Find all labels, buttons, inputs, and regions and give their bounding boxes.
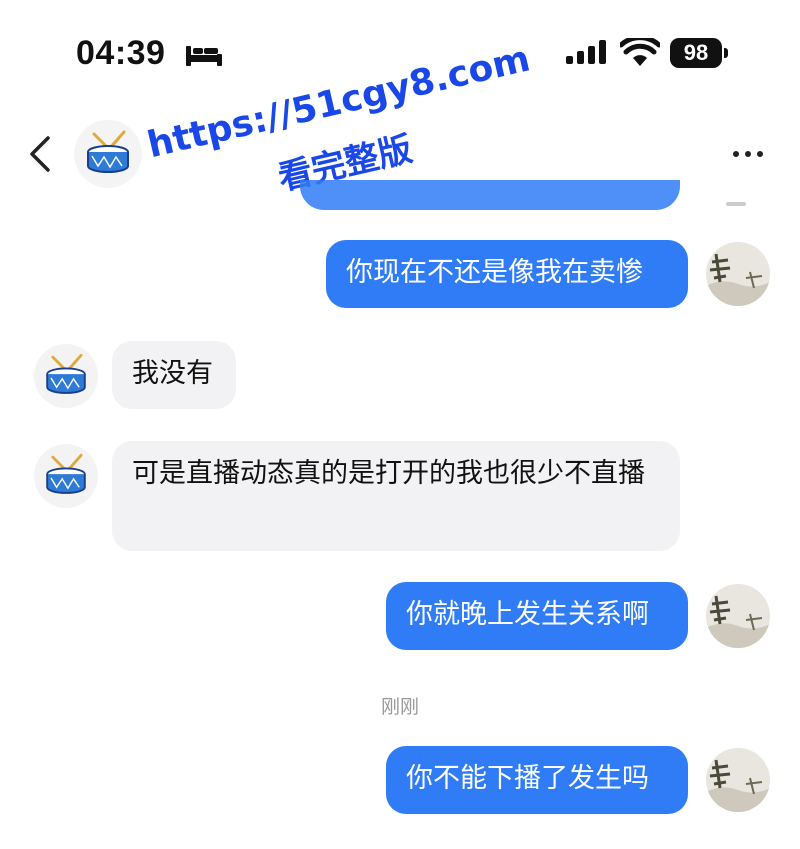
self-avatar[interactable] bbox=[706, 242, 770, 306]
battery-tip bbox=[724, 48, 728, 58]
status-bar: 04:39 98 bbox=[0, 0, 800, 100]
more-dots-icon[interactable] bbox=[728, 142, 768, 166]
message-sent[interactable]: 你就晚上发生关系啊 bbox=[386, 582, 688, 650]
drum-avatar-icon bbox=[46, 353, 86, 394]
contact-avatar-small[interactable] bbox=[34, 444, 98, 508]
drum-avatar-icon bbox=[87, 130, 129, 173]
message-received[interactable]: 可是直播动态真的是打开的我也很少不直播 bbox=[112, 441, 680, 551]
back-chevron-icon[interactable] bbox=[26, 134, 56, 174]
contact-avatar-small[interactable] bbox=[34, 344, 98, 408]
message-sent[interactable]: 你不能下播了发生吗 bbox=[386, 746, 688, 814]
landscape-avatar-icon bbox=[706, 242, 770, 306]
message-text: 可是直播动态真的是打开的我也很少不直播 bbox=[132, 458, 645, 489]
message-timestamp: 刚刚 bbox=[380, 696, 419, 718]
battery-icon: 98 bbox=[670, 38, 728, 68]
message-text: 你不能下播了发生吗 bbox=[406, 763, 649, 794]
partial-avatar-edge bbox=[726, 202, 746, 206]
message-sent[interactable]: 你现在不还是像我在卖惨 bbox=[326, 240, 688, 308]
message-text: 你现在不还是像我在卖惨 bbox=[346, 257, 643, 288]
self-avatar[interactable] bbox=[706, 748, 770, 812]
self-avatar[interactable] bbox=[706, 584, 770, 648]
status-time: 04:39 bbox=[76, 34, 166, 72]
message-text: 我没有 bbox=[132, 358, 213, 389]
message-received[interactable]: 我没有 bbox=[112, 341, 236, 409]
battery-level: 98 bbox=[670, 38, 722, 68]
bed-icon bbox=[186, 46, 222, 66]
contact-avatar[interactable] bbox=[74, 120, 142, 188]
landscape-avatar-icon bbox=[706, 748, 770, 812]
message-text: 你就晚上发生关系啊 bbox=[406, 599, 649, 630]
signal-icon bbox=[566, 40, 606, 64]
landscape-avatar-icon bbox=[706, 584, 770, 648]
drum-avatar-icon bbox=[46, 453, 86, 494]
partial-message-bubble bbox=[300, 180, 680, 210]
wifi-icon bbox=[620, 38, 660, 66]
